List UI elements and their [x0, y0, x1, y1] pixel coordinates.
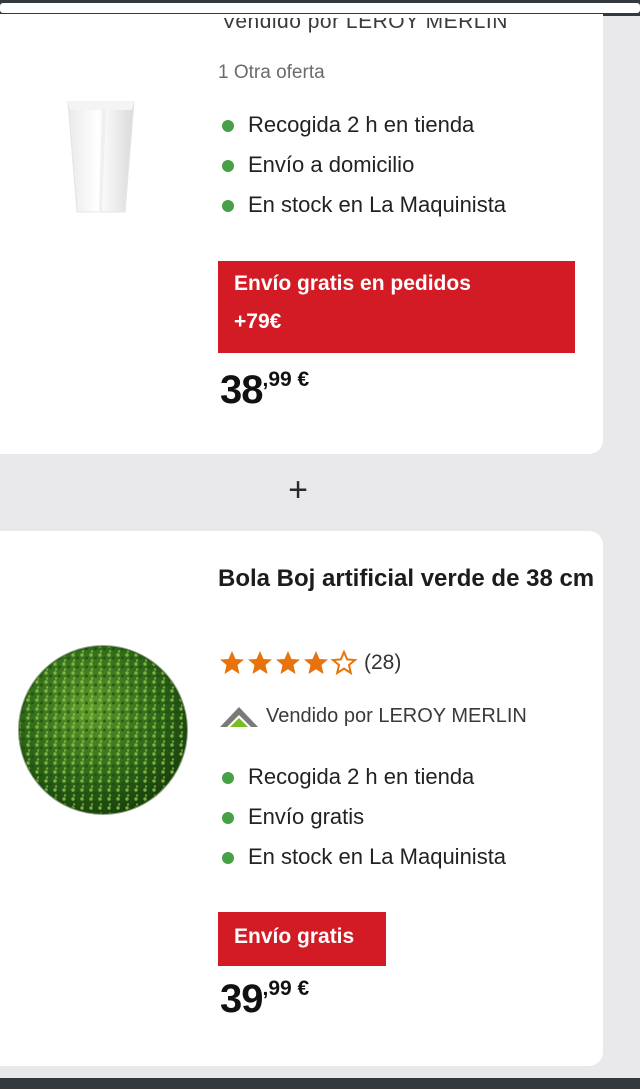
star-filled-icon	[304, 651, 328, 674]
in-stock-dot-icon	[222, 852, 234, 864]
in-stock-dot-icon	[222, 120, 234, 132]
star-rating-icons	[220, 649, 358, 676]
in-stock-dot-icon	[222, 160, 234, 172]
seller-label: Vendido por LEROY MERLIN	[266, 704, 527, 727]
free-shipping-badge: Envío gratis	[218, 912, 386, 966]
promo-line-2: +79€	[234, 310, 282, 333]
seller-row-cropped: Vendido por LEROY MERLIN	[222, 18, 508, 40]
availability-item: Recogida 2 h en tienda	[220, 110, 506, 150]
other-offers-link[interactable]: 1 Otra oferta	[218, 62, 325, 84]
product-price: 39,99 €	[220, 977, 309, 1022]
leroy-merlin-logo-icon	[220, 707, 258, 727]
star-rating[interactable]: (28)	[218, 646, 401, 680]
in-stock-dot-icon	[222, 772, 234, 784]
white-planter-image[interactable]	[66, 98, 136, 216]
availability-item: Envío gratis	[220, 802, 506, 842]
star-filled-icon	[276, 651, 300, 674]
price-integer: 39	[220, 977, 263, 1021]
in-stock-dot-icon	[222, 200, 234, 212]
free-shipping-badge: Envío gratis en pedidos +79€	[218, 261, 575, 353]
availability-text: Recogida 2 h en tienda	[248, 764, 475, 789]
add-combination-button[interactable]: +	[278, 470, 318, 510]
availability-text: Recogida 2 h en tienda	[248, 112, 475, 137]
top-bar-strip	[0, 3, 640, 13]
seller-row: Vendido por LEROY MERLIN	[220, 704, 527, 728]
price-currency: €	[291, 977, 310, 1000]
boxwood-ball-image[interactable]	[17, 644, 189, 816]
price-decimals: ,99	[262, 368, 292, 391]
star-filled-icon	[248, 651, 272, 674]
product-title[interactable]: Bola Boj artificial verde de 38 cm	[218, 560, 598, 598]
price-integer: 38	[220, 368, 263, 412]
product-price: 38,99 €	[220, 368, 309, 413]
in-stock-dot-icon	[222, 812, 234, 824]
seller-label: Vendido por LEROY MERLIN	[222, 18, 508, 33]
availability-item: Envío a domicilio	[220, 150, 506, 190]
availability-item: En stock en La Maquinista	[220, 842, 506, 882]
price-decimals: ,99	[262, 977, 292, 1000]
availability-text: En stock en La Maquinista	[248, 192, 507, 217]
star-empty-icon	[330, 649, 358, 676]
availability-text: Envío a domicilio	[248, 152, 415, 177]
availability-item: Recogida 2 h en tienda	[220, 762, 506, 802]
review-count: (28)	[364, 651, 402, 674]
availability-text: En stock en La Maquinista	[248, 844, 507, 869]
availability-item: En stock en La Maquinista	[220, 190, 506, 230]
availability-list: Recogida 2 h en tienda Envío gratis En s…	[220, 762, 506, 882]
availability-text: Envío gratis	[248, 804, 365, 829]
availability-list: Recogida 2 h en tienda Envío a domicilio…	[220, 110, 506, 230]
price-currency: €	[291, 368, 310, 391]
bottom-system-bar	[0, 1078, 640, 1089]
promo-line-1: Envío gratis en pedidos	[234, 272, 471, 295]
star-filled-icon	[220, 651, 244, 674]
